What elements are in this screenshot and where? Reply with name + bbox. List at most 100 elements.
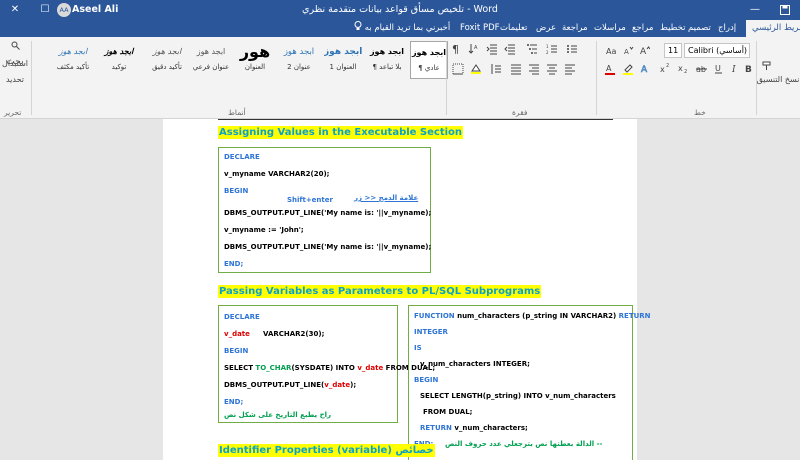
format-painter-button[interactable]: نسخ التنسيق xyxy=(756,73,800,87)
style-intense-emphasis[interactable]: ابجد هوز تأكيد مكثف xyxy=(54,41,92,79)
code-box-function: FUNCTION num_characters (p_string IN VAR… xyxy=(408,305,651,460)
svg-text:I: I xyxy=(731,65,736,73)
style-subtitle[interactable]: ابجد هوز عنوان فرعي xyxy=(192,41,230,79)
svg-text:2: 2 xyxy=(684,69,687,73)
code-line: END; xyxy=(224,260,244,268)
search-icon xyxy=(11,41,20,50)
indent-decrease-icon[interactable] xyxy=(504,43,518,55)
styles-gallery: ابجد هوز ¶ عادي ابجد هوز ¶ بلا تباعد ابج… xyxy=(40,39,448,99)
tab-insert[interactable]: إدراج xyxy=(718,20,736,37)
code-line: INTEGER xyxy=(414,328,448,336)
code-token: ); xyxy=(350,381,357,389)
svg-text:1: 1 xyxy=(546,44,549,49)
style-no-spacing[interactable]: ابجد هوز ¶ بلا تباعد xyxy=(368,41,406,79)
underline-icon[interactable]: U xyxy=(714,63,724,77)
line-spacing-icon[interactable] xyxy=(490,63,502,78)
svg-text:2: 2 xyxy=(666,63,669,69)
code-token: RETURN xyxy=(618,312,651,320)
style-sample: ابجد هوز xyxy=(152,47,182,56)
select-button[interactable]: تحديد xyxy=(2,73,28,87)
close-icon[interactable]: ✕ xyxy=(0,0,30,20)
tell-me-search[interactable]: أخبرني بما تريد القيام به xyxy=(354,20,450,37)
style-sample: ابجد هوز xyxy=(196,47,226,56)
minimize-icon[interactable]: — xyxy=(740,0,770,20)
multilevel-list-icon[interactable] xyxy=(526,43,540,55)
svg-text:A: A xyxy=(640,47,647,55)
tab-references[interactable]: مراجع xyxy=(632,20,653,37)
font-name-select[interactable]: Calibri (أساسي) xyxy=(684,43,750,58)
group-label-styles: أنماط xyxy=(228,108,246,117)
svg-text:x: x xyxy=(678,64,683,73)
title-bar: ✕ ☐ AA Aseel Ali تلخيص مسأق قواعد بيانات… xyxy=(0,0,800,20)
replace-button[interactable]: استبدال xyxy=(2,57,28,71)
style-subtle-emphasis[interactable]: ابجد هوز تأكيد دقيق xyxy=(148,41,186,79)
tab-mailings[interactable]: مراسلات xyxy=(594,20,626,37)
style-emphasis[interactable]: ابجد هوز توكيد xyxy=(100,41,138,79)
heading-identifier-properties: Identifier Properties (variable) خصائص xyxy=(218,444,435,457)
change-case-icon[interactable]: Aa xyxy=(606,45,618,58)
strikethrough-icon[interactable]: ab xyxy=(696,63,708,76)
shading-icon[interactable] xyxy=(470,63,482,78)
tab-home[interactable]: شريط الرئيسي xyxy=(746,20,800,37)
align-justify-icon[interactable] xyxy=(510,63,522,78)
style-sample: ابجد هوز xyxy=(411,48,447,57)
code-token: v_date xyxy=(324,381,351,389)
tab-layout[interactable]: تخطيط xyxy=(660,20,685,37)
style-heading-2[interactable]: ابجد هوز عنوان 2 xyxy=(280,41,318,79)
tab-view[interactable]: عرض xyxy=(536,20,556,37)
code-token: (SYSDATE) INTO xyxy=(291,364,358,372)
pilcrow-icon[interactable]: ¶ xyxy=(452,43,459,56)
tab-design[interactable]: تصميم xyxy=(688,20,711,37)
align-left-icon[interactable] xyxy=(564,63,576,78)
italic-icon[interactable]: I xyxy=(730,63,740,76)
code-line: VARCHAR2(30); xyxy=(263,330,325,338)
numbering-icon[interactable]: 12 xyxy=(546,43,560,55)
bold-icon[interactable]: B xyxy=(744,63,754,76)
code-line: SELECT TO_CHAR(SYSDATE) INTO v_date FROM… xyxy=(224,364,435,373)
code-line: DBMS_OUTPUT.PUT_LINE('My name is: '||v_m… xyxy=(224,243,432,251)
style-title[interactable]: هور العنوان xyxy=(236,41,274,79)
svg-text:A: A xyxy=(641,65,648,74)
tab-foxit-pdf[interactable]: Foxit PDF xyxy=(460,20,500,37)
svg-text:2: 2 xyxy=(546,50,549,55)
code-token: DBMS_OUTPUT.PUT_LINE( xyxy=(224,381,325,389)
annotation-shift-enter: Shift+enter xyxy=(287,196,333,204)
style-normal[interactable]: ابجد هوز ¶ عادي xyxy=(410,41,448,79)
align-right-icon[interactable] xyxy=(528,63,540,78)
code-line: v_date xyxy=(224,330,250,338)
style-sample: ابجد هوز xyxy=(58,47,88,56)
style-name: عنوان فرعي xyxy=(192,63,230,71)
code-line: BEGIN xyxy=(224,187,249,195)
grow-font-icon[interactable]: A xyxy=(640,45,651,58)
text-effects-icon[interactable]: A xyxy=(640,63,652,77)
tab-review[interactable]: مراجعة xyxy=(562,20,588,37)
align-center-icon[interactable] xyxy=(546,63,558,78)
subscript-icon[interactable]: x2 xyxy=(678,63,690,76)
superscript-icon[interactable]: x2 xyxy=(660,63,672,76)
svg-text:A: A xyxy=(624,48,629,55)
borders-icon[interactable] xyxy=(452,63,464,78)
highlight-icon[interactable] xyxy=(622,63,634,78)
font-size-select[interactable]: 11 xyxy=(664,43,682,58)
style-sample: ابجد هوز xyxy=(324,47,362,57)
heading-assigning-values: Assigning Values in the Executable Secti… xyxy=(218,126,464,139)
code-line: END; xyxy=(224,398,244,406)
group-divider xyxy=(31,41,32,115)
code-token: v_num_characters; xyxy=(451,424,528,432)
avatar[interactable]: AA xyxy=(57,3,71,17)
code-box-declare-date: DECLARE v_date VARCHAR2(30); BEGIN SELEC… xyxy=(218,305,435,423)
maximize-icon[interactable]: ☐ xyxy=(30,0,60,20)
indent-increase-icon[interactable] xyxy=(486,43,500,55)
shrink-font-icon[interactable]: A xyxy=(624,45,634,58)
tab-help[interactable]: تعليمات xyxy=(500,20,527,37)
save-icon[interactable] xyxy=(770,0,800,20)
bullets-icon[interactable] xyxy=(566,43,580,55)
style-name: ¶ بلا تباعد xyxy=(372,63,402,71)
style-heading-1[interactable]: ابجد هوز العنوان 1 xyxy=(324,41,362,79)
sort-icon[interactable]: A xyxy=(468,43,482,55)
code-token: FUNCTION xyxy=(414,312,455,320)
font-color-icon[interactable]: A xyxy=(604,63,616,78)
code-line: FUNCTION num_characters (p_string IN VAR… xyxy=(414,312,651,321)
user-name[interactable]: Aseel Ali xyxy=(72,0,118,20)
code-line: v_myname VARCHAR2(20); xyxy=(224,170,330,178)
